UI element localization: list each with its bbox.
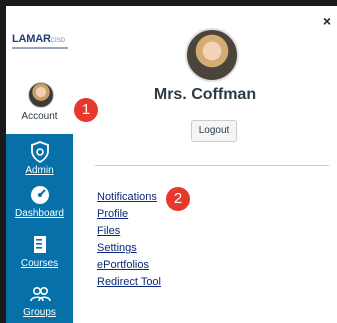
profile-avatar: [185, 28, 239, 82]
callout-badge-1: 1: [74, 98, 98, 122]
link-eportfolios[interactable]: ePortfolios: [97, 259, 149, 271]
logo-area[interactable]: LAMARCISD: [6, 6, 73, 74]
callout-badge-2: 2: [166, 187, 190, 211]
global-nav: LAMARCISD Account Admin Dashboard Course…: [6, 6, 73, 323]
link-files[interactable]: Files: [97, 225, 120, 237]
logout-button[interactable]: Logout: [191, 120, 237, 142]
link-redirect-tool[interactable]: Redirect Tool: [97, 276, 161, 288]
account-links: Notifications Profile Files Settings ePo…: [97, 187, 161, 289]
link-notifications[interactable]: Notifications: [97, 191, 157, 203]
nav-item-account[interactable]: Account: [6, 74, 73, 134]
link-profile[interactable]: Profile: [97, 208, 128, 220]
nav-item-admin[interactable]: Admin: [6, 141, 73, 176]
logo-tagline-bar: [12, 47, 68, 49]
user-name: Mrs. Coffman: [153, 86, 257, 103]
nav-label-dashboard: Dashboard: [15, 208, 64, 219]
lamar-logo: LAMARCISD: [12, 33, 65, 45]
logo-brand: LAMAR: [12, 33, 51, 45]
shield-gear-icon: [30, 141, 49, 163]
account-label: Account: [21, 111, 58, 122]
divider: [95, 165, 329, 166]
canvas-window: LAMARCISD Account Admin Dashboard Course…: [6, 6, 337, 323]
nav-item-courses[interactable]: Courses: [6, 234, 73, 269]
speedometer-icon: [30, 186, 49, 204]
people-icon: [29, 287, 51, 302]
nav-label-admin: Admin: [25, 165, 54, 176]
avatar: [28, 82, 54, 108]
nav-label-courses: Courses: [20, 258, 59, 269]
close-icon[interactable]: ×: [323, 13, 331, 29]
nav-item-dashboard[interactable]: Dashboard: [6, 184, 73, 219]
nav-item-groups[interactable]: Groups: [6, 283, 73, 318]
link-settings[interactable]: Settings: [97, 242, 137, 254]
logo-suffix: CISD: [50, 38, 66, 44]
nav-label-groups: Groups: [23, 307, 56, 318]
book-icon: [33, 236, 46, 253]
account-tray: × Mrs. Coffman Logout Notifications Prof…: [73, 6, 337, 323]
